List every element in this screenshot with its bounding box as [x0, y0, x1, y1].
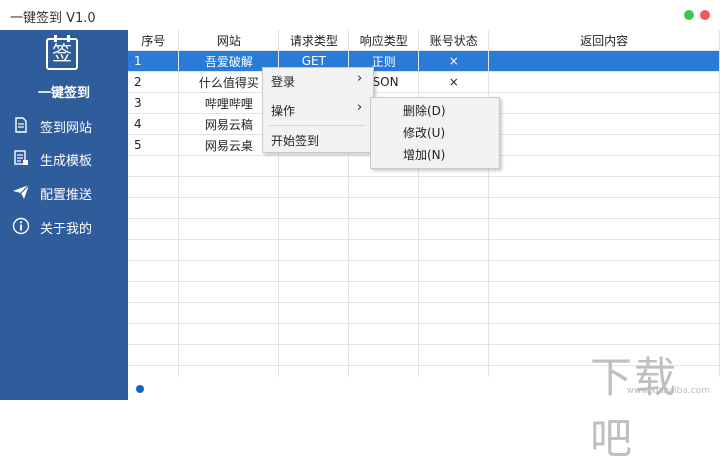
menu-item-modify[interactable]: 修改(U) [371, 121, 499, 143]
document-icon [15, 117, 27, 133]
table-row[interactable]: 1 吾爱破解 GET 正则 × [128, 50, 720, 72]
sidebar-item-about[interactable]: 关于我的 [0, 211, 128, 241]
sidebar-item-label: 关于我的 [40, 222, 93, 237]
watermark-url: www.xiazaiba.com [626, 386, 710, 396]
operation-submenu: 删除(D) 修改(U) 增加(N) [370, 97, 500, 169]
logo-tab-right [67, 35, 70, 42]
cell-account-status: × [418, 71, 490, 93]
menu-item-login[interactable]: 登录 › [263, 69, 373, 93]
column-header-index[interactable]: 序号 [128, 30, 180, 51]
sidebar-item-push[interactable]: 配置推送 [0, 177, 128, 207]
table-row-empty [128, 239, 720, 261]
menu-item-start-checkin[interactable]: 开始签到 [263, 128, 373, 152]
column-header-request-type[interactable]: 请求类型 [278, 30, 350, 51]
cell-index: 3 [128, 92, 180, 114]
cell-response-content [488, 113, 720, 135]
app-logo: 签 [46, 35, 78, 70]
cell-index: 1 [128, 50, 180, 72]
menu-item-label: 删除(D) [403, 104, 446, 118]
app-title: 一键签到 V1.0 [10, 11, 96, 26]
info-icon [12, 217, 30, 235]
table-row-empty [128, 281, 720, 303]
minimize-button[interactable] [684, 10, 694, 20]
menu-item-label: 操作 [271, 104, 296, 118]
logo-glyph: 签 [52, 41, 72, 65]
table-row-empty [128, 218, 720, 240]
table-row-empty [128, 302, 720, 324]
watermark-text: 下载吧 [590, 353, 679, 463]
sidebar-item-sites[interactable]: 签到网站 [0, 110, 128, 140]
cell-response-content [488, 50, 720, 72]
cell-response-content [488, 134, 720, 156]
send-icon [13, 184, 30, 199]
cell-account-status: × [418, 50, 490, 72]
menu-item-label: 增加(N) [403, 148, 446, 162]
table-row-empty [128, 260, 720, 282]
menu-item-operation[interactable]: 操作 › [263, 98, 373, 122]
menu-item-label: 修改(U) [403, 126, 446, 140]
table-header-row: 序号 网站 请求类型 响应类型 账号状态 返回内容 [128, 30, 720, 51]
sidebar-item-label: 配置推送 [40, 188, 93, 203]
table-row[interactable]: 2 什么值得买 JSON × [128, 71, 720, 93]
cell-index: 5 [128, 134, 180, 156]
column-header-response-content[interactable]: 返回内容 [488, 30, 720, 51]
cell-index: 4 [128, 113, 180, 135]
table-row-empty [128, 197, 720, 219]
column-header-response-type[interactable]: 响应类型 [348, 30, 420, 51]
watermark: 下载吧 www.xiazaiba.com [590, 340, 716, 463]
site-table: 序号 网站 请求类型 响应类型 账号状态 返回内容 1 吾爱破解 GET 正则 … [128, 30, 720, 377]
cell-index: 2 [128, 71, 180, 93]
column-header-site[interactable]: 网站 [178, 30, 280, 51]
menu-item-label: 开始签到 [271, 134, 320, 148]
chevron-right-icon: › [357, 100, 363, 115]
chevron-right-icon: › [357, 71, 363, 86]
cell-response-content [488, 71, 720, 93]
menu-item-add[interactable]: 增加(N) [371, 143, 499, 165]
menu-separator [269, 125, 365, 126]
context-menu: 登录 › 操作 › 开始签到 [262, 67, 374, 153]
site-table-area: 序号 网站 请求类型 响应类型 账号状态 返回内容 1 吾爱破解 GET 正则 … [128, 30, 720, 377]
close-button[interactable] [700, 10, 710, 20]
menu-item-delete[interactable]: 删除(D) [371, 99, 499, 121]
template-icon [14, 150, 28, 165]
sidebar-item-templates[interactable]: 生成模板 [0, 143, 128, 173]
logo-tab-left [54, 35, 57, 42]
menu-item-label: 登录 [271, 75, 296, 89]
cell-response-content [488, 92, 720, 114]
status-indicator [136, 385, 144, 393]
table-row-empty [128, 176, 720, 198]
sidebar-item-label: 签到网站 [40, 121, 93, 136]
app-name: 一键签到 [37, 86, 90, 101]
sidebar: 签 一键签到 签到网站 生成模板 配置推送 关于我的 [0, 30, 128, 400]
sidebar-item-label: 生成模板 [40, 154, 93, 169]
column-header-account-status[interactable]: 账号状态 [418, 30, 490, 51]
title-bar: 一键签到 V1.0 [0, 0, 720, 30]
